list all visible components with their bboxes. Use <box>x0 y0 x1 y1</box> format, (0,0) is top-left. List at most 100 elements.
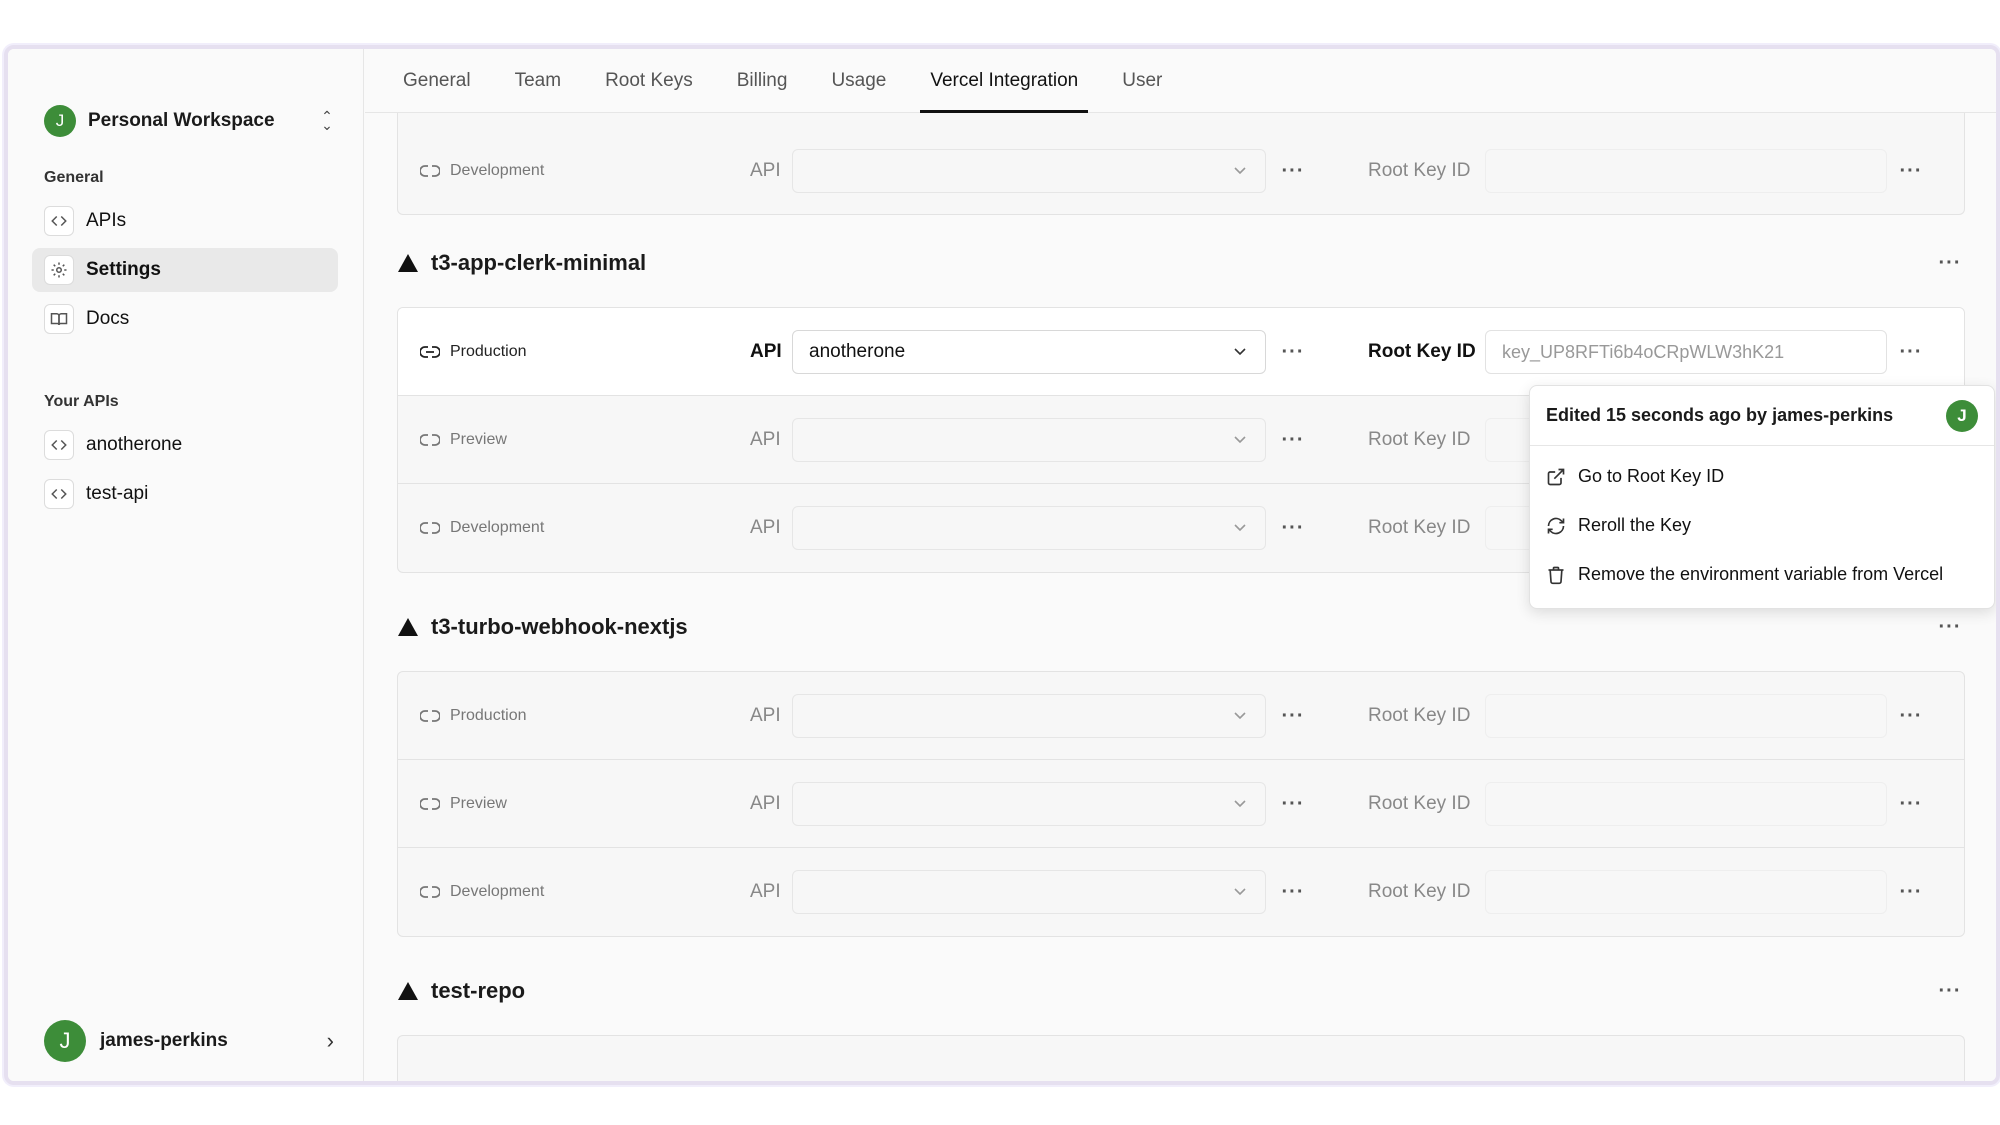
chevron-down-icon <box>1234 524 1246 532</box>
app-window: ⋮ J Personal Workspace ⌃⌄ General APIs S… <box>4 45 2000 1085</box>
menu-item-reroll-key[interactable]: Reroll the Key <box>1530 501 1994 550</box>
workspace-name: Personal Workspace <box>88 110 275 131</box>
root-key-label: Root Key ID <box>1368 429 1471 450</box>
env-label: Production <box>420 308 527 396</box>
sidebar-item-settings[interactable]: Settings <box>32 248 338 292</box>
sidebar-item-anotherone[interactable]: anotherone <box>32 423 338 467</box>
tab-billing[interactable]: Billing <box>727 49 798 113</box>
workspace-avatar: J <box>44 105 76 137</box>
project-more-button[interactable]: ··· <box>1935 612 1965 642</box>
sidebar-item-label: test-api <box>86 483 149 504</box>
api-label: API <box>750 705 781 726</box>
api-label: API <box>750 793 781 814</box>
row-more-button[interactable]: ··· <box>1896 156 1926 186</box>
your-apis-section-label: Your APIs <box>44 393 119 410</box>
root-key-input[interactable] <box>1485 870 1887 914</box>
link-icon <box>420 434 440 446</box>
project-more-button[interactable]: ··· <box>1935 248 1965 278</box>
api-more-button[interactable]: ··· <box>1278 425 1308 455</box>
tab-general[interactable]: General <box>393 49 481 113</box>
env-row: Development API ··· Root Key ID ··· <box>398 127 1964 214</box>
api-more-button[interactable]: ··· <box>1278 877 1308 907</box>
project-header: t3-app-clerk-minimal ··· <box>397 243 1965 283</box>
row-more-button[interactable]: ··· <box>1896 789 1926 819</box>
api-more-button[interactable]: ··· <box>1278 789 1308 819</box>
sidebar-item-label: APIs <box>86 210 127 231</box>
sidebar-item-label: Docs <box>86 308 130 329</box>
root-key-label: Root Key ID <box>1368 341 1476 362</box>
link-icon <box>420 522 440 534</box>
trash-icon <box>1548 566 1564 584</box>
root-key-label: Root Key ID <box>1368 160 1471 181</box>
refresh-icon <box>1547 517 1565 534</box>
env-label: Development <box>420 848 544 936</box>
workspace-switcher[interactable]: J Personal Workspace ⌃ ⌄ <box>44 101 334 141</box>
tab-team[interactable]: Team <box>505 49 571 113</box>
tab-usage[interactable]: Usage <box>821 49 896 113</box>
api-more-button[interactable]: ··· <box>1278 701 1308 731</box>
tab-vercel-integration[interactable]: Vercel Integration <box>920 49 1089 113</box>
env-label: Development <box>420 127 544 214</box>
root-key-input[interactable] <box>1485 149 1887 193</box>
link-icon <box>420 798 440 810</box>
api-select[interactable] <box>792 870 1266 914</box>
api-select[interactable] <box>792 694 1266 738</box>
row-more-button[interactable]: ··· <box>1896 701 1926 731</box>
api-select[interactable] <box>792 418 1266 462</box>
sidebar: J Personal Workspace ⌃ ⌄ General APIs Set… <box>8 49 364 1081</box>
api-select[interactable]: anotherone <box>792 330 1266 374</box>
project-header: test-repo ··· <box>397 971 1965 1011</box>
vercel-triangle-icon <box>398 254 418 272</box>
avatar: J <box>1946 399 1978 432</box>
menu-item-remove-env-var[interactable]: Remove the environment variable from Ver… <box>1530 550 1994 599</box>
row-more-button[interactable]: ··· <box>1896 877 1926 907</box>
root-key-input[interactable] <box>1485 782 1887 826</box>
menu-header: Edited 15 seconds ago by james-perkins J <box>1530 386 1994 446</box>
chevron-down-icon <box>1234 800 1246 808</box>
api-select-value: anotherone <box>809 341 906 362</box>
api-more-button[interactable]: ··· <box>1278 513 1308 543</box>
sidebar-item-label: Settings <box>86 259 161 280</box>
chevron-up-down-icon: ⌃ ⌄ <box>321 108 333 133</box>
book-icon <box>44 304 74 334</box>
link-icon <box>420 165 440 177</box>
vercel-triangle-icon <box>398 982 418 1000</box>
api-label: API <box>750 517 781 538</box>
api-select[interactable] <box>792 782 1266 826</box>
project-more-button[interactable]: ··· <box>1935 976 1965 1006</box>
avatar: J <box>44 1020 86 1062</box>
row-context-menu: Edited 15 seconds ago by james-perkins J… <box>1529 385 1995 609</box>
project-name: t3-turbo-webhook-nextjs <box>431 614 688 639</box>
env-row-production: Production API ··· Root Key ID ··· <box>398 672 1964 760</box>
row-more-button[interactable]: ··· <box>1896 337 1926 367</box>
chevron-down-icon <box>1234 436 1246 444</box>
root-key-input[interactable]: key_UP8RFTi6b4oCRpWLW3hK21 <box>1485 330 1887 374</box>
menu-item-go-to-root-key[interactable]: Go to Root Key ID <box>1530 452 1994 501</box>
root-key-input[interactable] <box>1485 694 1887 738</box>
api-select[interactable] <box>792 149 1266 193</box>
sidebar-item-test-api[interactable]: test-api <box>32 472 338 516</box>
link-icon <box>420 710 440 722</box>
code-icon <box>44 206 74 236</box>
code-icon <box>44 479 74 509</box>
chevron-down-icon <box>1234 888 1246 896</box>
env-row-preview: Preview API ··· Root Key ID ··· <box>398 760 1964 848</box>
api-select[interactable] <box>792 506 1266 550</box>
root-key-label: Root Key ID <box>1368 881 1471 902</box>
sidebar-item-docs[interactable]: Docs <box>32 297 338 341</box>
api-more-button[interactable]: ··· <box>1278 156 1308 186</box>
gear-icon <box>44 255 74 285</box>
link-icon <box>420 346 440 358</box>
root-key-label: Root Key ID <box>1368 793 1471 814</box>
project-name: test-repo <box>431 978 526 1003</box>
tab-root-keys[interactable]: Root Keys <box>595 49 703 113</box>
code-icon <box>44 430 74 460</box>
api-label: API <box>750 341 782 362</box>
user-menu[interactable]: J james-perkins › <box>44 1019 334 1063</box>
settings-tabs: General Team Root Keys Billing Usage Ver… <box>365 49 1996 113</box>
env-label: Development <box>420 484 544 572</box>
tab-user[interactable]: User <box>1112 49 1172 113</box>
sidebar-item-apis[interactable]: APIs <box>32 199 338 243</box>
project-card-partial: Development API ··· Root Key ID ··· <box>397 113 1965 215</box>
api-more-button[interactable]: ··· <box>1278 337 1308 367</box>
